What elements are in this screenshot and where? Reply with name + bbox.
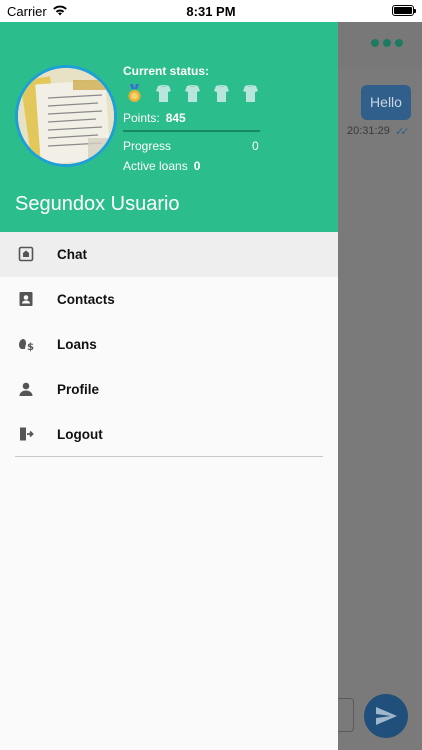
chat-icon bbox=[18, 246, 34, 262]
loans-icon: $ bbox=[19, 339, 34, 352]
send-button[interactable] bbox=[364, 694, 408, 738]
menu-item-contacts[interactable]: Contacts bbox=[0, 277, 338, 322]
current-status-label: Current status: bbox=[123, 64, 210, 78]
active-loans-label: Active loans bbox=[123, 159, 188, 173]
points-label: Points: bbox=[123, 111, 160, 125]
shirt-badge-icon bbox=[243, 84, 258, 102]
avatar[interactable] bbox=[15, 65, 117, 167]
send-icon bbox=[376, 707, 397, 725]
menu-item-label: Contacts bbox=[57, 292, 115, 307]
active-loans-value: 0 bbox=[193, 159, 201, 173]
shirt-badge-icon bbox=[185, 84, 200, 102]
status-bar: Carrier 8:31 PM bbox=[0, 0, 422, 22]
menu-item-logout[interactable]: Logout bbox=[0, 412, 338, 457]
drawer-menu: Chat Contacts $ Loans Profile Logout bbox=[0, 232, 338, 457]
contacts-icon bbox=[19, 292, 33, 306]
message-bubble: Hello bbox=[361, 85, 411, 120]
menu-item-label: Profile bbox=[57, 382, 100, 397]
svg-text:$: $ bbox=[27, 342, 34, 352]
points-row: Points: 845 bbox=[123, 111, 186, 125]
menu-item-profile[interactable]: Profile bbox=[0, 367, 338, 412]
read-receipt-icon: ✓✓ bbox=[395, 126, 410, 138]
more-options-icon[interactable] bbox=[371, 39, 403, 47]
status-badges bbox=[126, 84, 259, 104]
menu-divider bbox=[15, 456, 323, 457]
navigation-drawer: Current status: Points: 845 Progress 0 A… bbox=[0, 0, 338, 750]
menu-item-label: Loans bbox=[57, 337, 97, 352]
points-value: 845 bbox=[165, 111, 186, 125]
avatar-photo bbox=[18, 68, 114, 164]
progress-value: 0 bbox=[252, 139, 259, 153]
menu-item-chat[interactable]: Chat bbox=[0, 232, 338, 277]
shirt-badge-icon bbox=[156, 84, 171, 102]
message-timestamp: 20:31:29 bbox=[347, 125, 390, 137]
menu-item-loans[interactable]: $ Loans bbox=[0, 322, 338, 367]
progress-bar bbox=[123, 130, 260, 132]
battery-icon bbox=[392, 5, 416, 16]
shirt-badge-icon bbox=[214, 84, 229, 102]
profile-icon bbox=[19, 382, 33, 396]
user-name: Segundox Usuario bbox=[15, 193, 180, 215]
gold-medal-icon bbox=[128, 84, 141, 102]
logout-icon bbox=[20, 427, 34, 441]
clock: 8:31 PM bbox=[186, 4, 236, 19]
progress-label: Progress bbox=[123, 139, 172, 153]
menu-item-label: Chat bbox=[57, 247, 87, 262]
menu-item-label: Logout bbox=[57, 427, 103, 442]
active-loans-row: Active loans 0 bbox=[123, 159, 200, 173]
drawer-header: Current status: Points: 845 Progress 0 A… bbox=[0, 22, 338, 232]
